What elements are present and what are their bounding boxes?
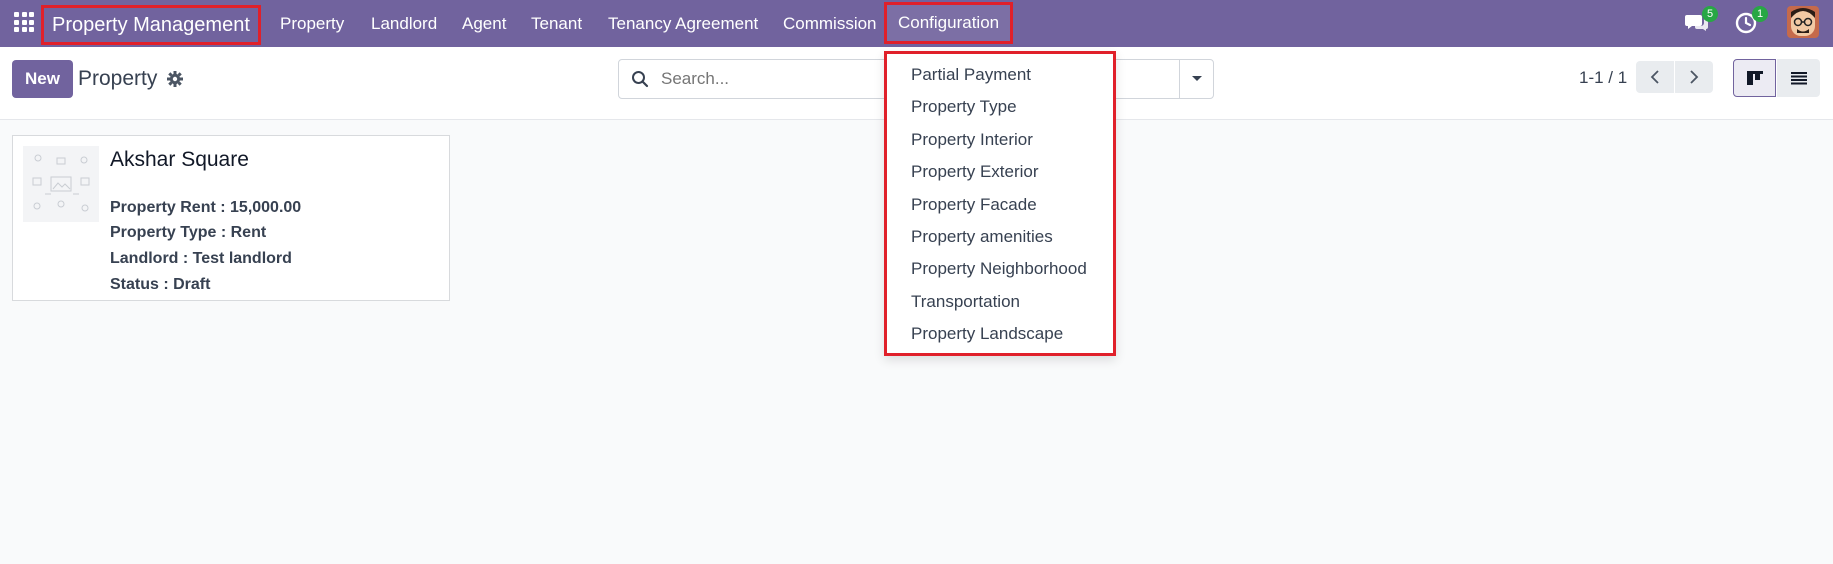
app-brand[interactable]: Property Management: [41, 5, 261, 45]
avatar-face-icon: [1787, 6, 1819, 38]
caret-down-icon: [1191, 76, 1202, 81]
menu-item-property-amenities[interactable]: Property amenities: [887, 221, 1113, 253]
pager-previous-button[interactable]: [1636, 61, 1674, 93]
menu-item-property-type[interactable]: Property Type: [887, 91, 1113, 123]
messages-badge: 5: [1702, 6, 1718, 22]
configuration-dropdown: Partial Payment Property Type Property I…: [884, 51, 1116, 356]
menu-item-property-landscape[interactable]: Property Landscape: [887, 318, 1113, 350]
chevron-right-icon: [1690, 70, 1699, 84]
property-status: Status : Draft: [110, 276, 211, 293]
property-image-placeholder: [23, 146, 99, 222]
property-landlord: Landlord : Test landlord: [110, 250, 292, 267]
new-button[interactable]: New: [12, 60, 73, 98]
pager-next-button[interactable]: [1675, 61, 1713, 93]
menu-commission[interactable]: Commission: [781, 0, 879, 47]
activities-icon[interactable]: 1: [1734, 6, 1768, 36]
search-icon: [632, 71, 649, 88]
menu-item-property-exterior[interactable]: Property Exterior: [887, 156, 1113, 188]
property-rent: Property Rent : 15,000.00: [110, 199, 302, 216]
kanban-view-button[interactable]: [1733, 59, 1776, 97]
menu-tenant[interactable]: Tenant: [529, 0, 584, 47]
pager-value[interactable]: 1-1 / 1: [1579, 68, 1627, 88]
menu-landlord[interactable]: Landlord: [369, 0, 439, 47]
menu-property[interactable]: Property: [278, 0, 346, 47]
menu-item-property-neighborhood[interactable]: Property Neighborhood: [887, 253, 1113, 285]
menu-configuration[interactable]: Configuration: [884, 2, 1014, 44]
menu-tenancy-agreement[interactable]: Tenancy Agreement: [606, 0, 760, 47]
gear-icon[interactable]: [166, 70, 184, 88]
list-icon: [1790, 72, 1807, 85]
chevron-left-icon: [1650, 70, 1659, 84]
activities-badge: 1: [1752, 6, 1768, 22]
top-navbar: Property Management Property Landlord Ag…: [0, 0, 1833, 47]
property-title: Akshar Square: [110, 148, 249, 171]
list-view-button[interactable]: [1777, 59, 1820, 97]
user-avatar[interactable]: [1787, 6, 1819, 38]
kanban-icon: [1746, 71, 1763, 85]
menu-agent[interactable]: Agent: [460, 0, 508, 47]
messages-icon[interactable]: 5: [1684, 6, 1718, 36]
property-type: Property Type : Rent: [110, 224, 267, 241]
image-placeholder-icon: [23, 146, 99, 222]
search-options-toggle[interactable]: [1179, 60, 1213, 98]
menu-item-property-facade[interactable]: Property Facade: [887, 189, 1113, 221]
menu-item-partial-payment[interactable]: Partial Payment: [887, 59, 1113, 91]
apps-grid-icon[interactable]: [14, 12, 34, 32]
breadcrumb: Property: [78, 67, 158, 90]
property-card[interactable]: Akshar Square Property Rent : 15,000.00 …: [12, 135, 450, 301]
menu-item-transportation[interactable]: Transportation: [887, 286, 1113, 318]
menu-item-property-interior[interactable]: Property Interior: [887, 124, 1113, 156]
